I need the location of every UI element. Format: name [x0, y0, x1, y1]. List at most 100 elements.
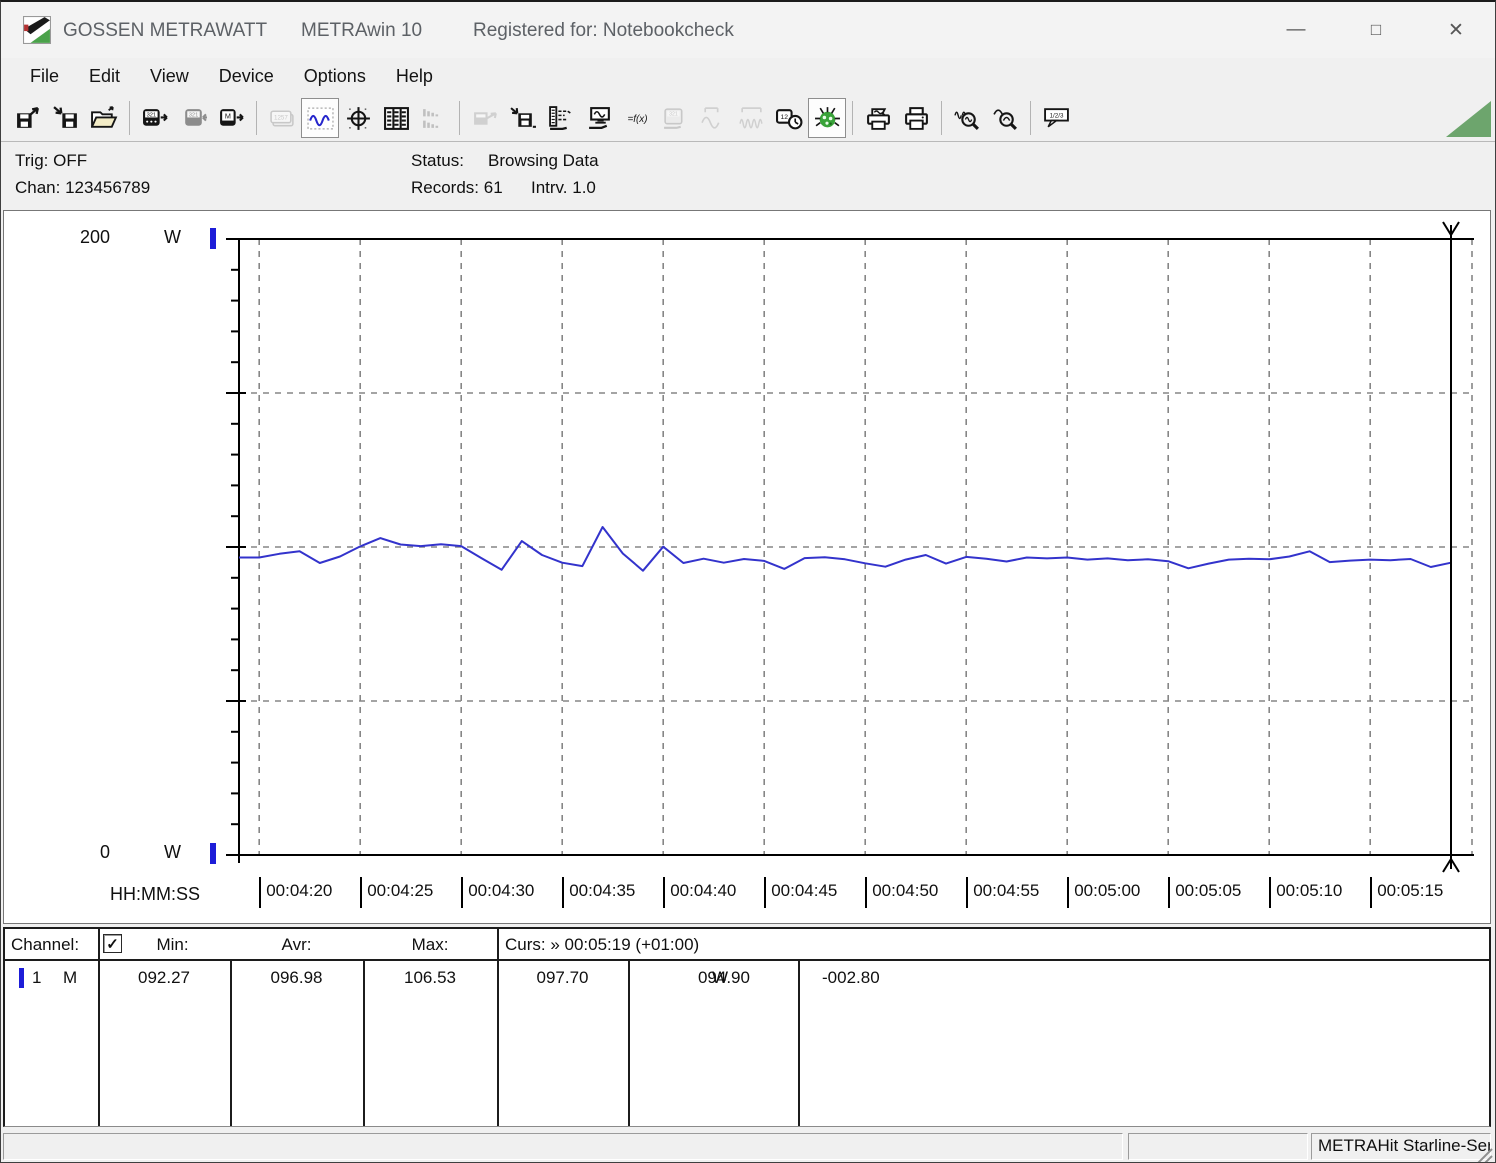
- app-window: GOSSEN METRAWATT METRAwin 10 Registered …: [0, 0, 1496, 1163]
- monitor-settings-icon: [588, 106, 610, 129]
- cell-cursor-a-value: 097.70: [536, 968, 589, 987]
- table-divider: [798, 959, 800, 1126]
- device-name: METRAHit Starline-Seri: [1318, 1136, 1491, 1155]
- time-interval-clock-icon: 12: [775, 108, 802, 129]
- toolbar-save-to-device-button[interactable]: [504, 98, 542, 138]
- svg-text:321: 321: [146, 112, 156, 118]
- toolbar-print-button[interactable]: [897, 98, 935, 138]
- toolbar-view-numeric-1257-button: 1257: [263, 98, 301, 138]
- view-xy-scope-icon: [346, 106, 370, 130]
- brand-text: GOSSEN METRAWATT: [63, 20, 268, 41]
- formula-fx-icon: =f(x): [627, 114, 647, 125]
- menu-view[interactable]: View: [135, 62, 204, 91]
- zoom-in-waveform-icon: [953, 111, 979, 130]
- read-memory-m-icon: M: [219, 108, 244, 126]
- close-button[interactable]: ✕: [1433, 12, 1479, 48]
- toolbar-view-histogram-button: [415, 98, 453, 138]
- toolbar-view-data-table-button[interactable]: [377, 98, 415, 138]
- toolbar: 321 321 M 1257 =f(x) 321 12 1/2/3: [1, 95, 1495, 142]
- toolbar-zoom-out-waveform-button[interactable]: [986, 98, 1024, 138]
- view-data-table-icon: [383, 106, 409, 130]
- toolbar-separator: [941, 101, 942, 135]
- toolbar-time-interval-clock-button[interactable]: 12: [770, 98, 808, 138]
- toolbar-separator: [1030, 101, 1031, 135]
- export-data-icon: [473, 111, 497, 125]
- resize-grip[interactable]: [1474, 1145, 1494, 1163]
- device-settings-321-icon: 321: [663, 107, 683, 129]
- status-section-device: METRAHit Starline-Seri: [1311, 1133, 1491, 1160]
- toolbar-save-file-button[interactable]: [9, 98, 47, 138]
- header-avr: Avr:: [281, 935, 312, 954]
- print-icon: [904, 106, 928, 130]
- records-count: Records: 61: [411, 178, 503, 197]
- corner-triangle-icon: [1446, 101, 1491, 137]
- toolbar-annotation-123-button[interactable]: 1/2/3: [1037, 98, 1075, 138]
- toolbar-export-data-button: [466, 98, 504, 138]
- toolbar-channel-settings-button[interactable]: [542, 98, 580, 138]
- channel-row-marker: [19, 968, 24, 988]
- toolbar-monitor-settings-button[interactable]: [580, 98, 618, 138]
- x-axis-tick: 00:04:20: [259, 877, 332, 908]
- x-axis-tick: 00:04:55: [966, 877, 1039, 908]
- menu-edit[interactable]: Edit: [74, 62, 135, 91]
- print-preview-icon: [866, 107, 890, 130]
- menu-options[interactable]: Options: [289, 62, 381, 91]
- toolbar-view-waveform-chart-button[interactable]: [301, 98, 339, 138]
- svg-text:1/2/3: 1/2/3: [1049, 112, 1063, 119]
- x-tick-row: 00:04:20 00:04:25 00:04:30 00:04:35 00:04:40…: [4, 877, 1490, 908]
- toolbar-open-file-button[interactable]: [85, 98, 123, 138]
- toolbar-zoom-in-waveform-button[interactable]: [948, 98, 986, 138]
- power-chart[interactable]: [4, 211, 1490, 923]
- info-panel: Trig: OFF Chan: 123456789 Status: Browsi…: [1, 143, 1495, 207]
- header-min: Min:: [156, 935, 189, 954]
- minimize-button[interactable]: —: [1273, 12, 1319, 48]
- chart-axes: [226, 238, 1474, 863]
- debug-bug-icon: [814, 106, 840, 127]
- cell-channel-mode: M: [63, 968, 78, 987]
- status-section-left: [3, 1133, 1123, 1160]
- channel-marker-top: [210, 228, 216, 249]
- annotation-123-icon: 1/2/3: [1043, 107, 1069, 127]
- toolbar-save-as-button[interactable]: [47, 98, 85, 138]
- menu-file[interactable]: File: [15, 62, 74, 91]
- svg-text:12: 12: [780, 114, 788, 121]
- header-cursor-info: Curs: » 00:05:19 (+01:00): [505, 935, 700, 954]
- menu-help[interactable]: Help: [381, 62, 448, 91]
- view-waveform-chart-icon: [306, 106, 334, 130]
- menu-device[interactable]: Device: [204, 62, 289, 91]
- write-device-321-icon: 321: [184, 108, 207, 126]
- header-max: Max:: [411, 935, 449, 954]
- save-as-icon: [52, 105, 77, 128]
- zoom-out-waveform-icon: [992, 108, 1017, 130]
- y-axis-min-label: 0: [99, 842, 110, 862]
- x-axis-tick: 00:04:45: [764, 877, 837, 908]
- x-axis-tick: 00:04:40: [663, 877, 736, 908]
- y-axis-unit-bottom: W: [164, 842, 181, 862]
- channel-settings-icon: [548, 105, 571, 130]
- open-file-icon: [90, 105, 117, 128]
- toolbar-view-xy-scope-button[interactable]: [339, 98, 377, 138]
- table-header-divider: [5, 959, 1489, 961]
- trigger-status: Trig: OFF: [15, 151, 88, 170]
- save-to-device-icon: [509, 106, 536, 128]
- x-axis-tick: 00:05:05: [1168, 877, 1241, 908]
- x-axis-tick: 00:04:30: [461, 877, 534, 908]
- status-section-middle: [1128, 1133, 1308, 1160]
- x-axis-tick: 00:05:00: [1067, 877, 1140, 908]
- svg-text:1257: 1257: [274, 114, 288, 121]
- x-axis-tick: 00:04:35: [562, 877, 635, 908]
- toolbar-formula-fx-button[interactable]: =f(x): [618, 98, 656, 138]
- cell-delta-value: -002.80: [822, 968, 880, 987]
- status-value: Browsing Data: [488, 151, 599, 170]
- toolbar-debug-bug-button[interactable]: [808, 98, 846, 138]
- toolbar-read-memory-m-button[interactable]: M: [212, 98, 250, 138]
- toolbar-print-preview-button[interactable]: [859, 98, 897, 138]
- toolbar-read-device-321-button[interactable]: 321: [136, 98, 174, 138]
- status-bar: METRAHit Starline-Seri: [1, 1129, 1495, 1163]
- cell-channel-number: 1: [32, 968, 42, 987]
- maximize-button[interactable]: □: [1353, 12, 1399, 48]
- channel-marker-bottom: [210, 843, 216, 864]
- svg-text:321: 321: [188, 112, 198, 118]
- cell-avr-value: 096.98: [270, 968, 323, 987]
- wave-fine-icon: [738, 106, 763, 129]
